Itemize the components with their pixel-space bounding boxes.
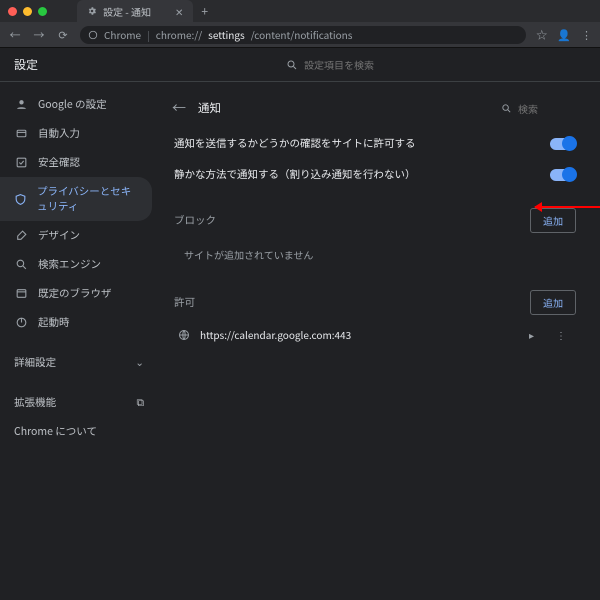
allow-section: 許可 追加 https://calendar.google.com:443 ▸ … xyxy=(168,286,582,350)
section-heading: 許可 xyxy=(174,295,195,310)
page-search-input[interactable] xyxy=(518,101,578,116)
sidebar-item-label: Google の設定 xyxy=(38,97,107,112)
toggle-switch[interactable] xyxy=(550,138,576,150)
minimize-window-button[interactable] xyxy=(23,7,32,16)
search-icon xyxy=(286,59,298,71)
omnibox-scheme: chrome:// xyxy=(156,27,202,42)
sidebar-item-label: 自動入力 xyxy=(38,126,80,141)
autofill-icon xyxy=(14,127,28,141)
toggle-label: 通知を送信するかどうかの確認をサイトに許可する xyxy=(174,136,550,151)
chrome-product-icon xyxy=(88,30,98,40)
search-icon xyxy=(501,103,512,114)
sidebar-extensions[interactable]: 拡張機能 ⧉ xyxy=(0,388,158,417)
mac-titlebar: 設定 - 通知 ✕ + xyxy=(0,0,600,22)
brush-icon xyxy=(14,229,28,243)
browser-toolbar: ← → ⟳ Chrome | chrome://settings/content… xyxy=(0,22,600,48)
block-section: ブロック 追加 サイトが追加されていません xyxy=(168,204,582,272)
sidebar-extensions-label: 拡張機能 xyxy=(14,395,56,410)
nav-back-button[interactable]: ← xyxy=(8,27,22,43)
settings-search[interactable] xyxy=(286,57,586,72)
browser-tab[interactable]: 設定 - 通知 ✕ xyxy=(77,0,193,22)
omnibox-path: /content/notifications xyxy=(251,27,353,42)
page-title: 通知 xyxy=(198,100,221,116)
tab-title: 設定 - 通知 xyxy=(103,4,151,19)
sidebar-item-power[interactable]: 起動時 xyxy=(0,308,152,337)
person-icon xyxy=(14,98,28,112)
zoom-window-button[interactable] xyxy=(38,7,47,16)
sidebar-item-check[interactable]: 安全確認 xyxy=(0,148,152,177)
external-link-icon: ⧉ xyxy=(137,395,145,410)
sidebar-item-label: プライバシーとセキュリティ xyxy=(37,184,138,214)
sidebar-item-label: デザイン xyxy=(38,228,80,243)
section-heading: ブロック xyxy=(174,213,216,228)
omnibox-prefix: Chrome xyxy=(104,27,141,42)
page-search[interactable] xyxy=(501,101,578,116)
nav-forward-button[interactable]: → xyxy=(32,27,46,43)
block-empty-text: サイトが追加されていません xyxy=(168,237,582,272)
sidebar-advanced[interactable]: 詳細設定 ⌄ xyxy=(0,347,158,378)
omnibox-host: settings xyxy=(208,27,245,42)
globe-icon xyxy=(178,329,190,341)
allowed-site-url: https://calendar.google.com:443 xyxy=(200,327,351,342)
traffic-lights xyxy=(8,7,47,16)
sidebar-item-autofill[interactable]: 自動入力 xyxy=(0,119,152,148)
sidebar-item-label: 起動時 xyxy=(38,315,70,330)
annotation-arrow xyxy=(535,206,600,208)
settings-search-input[interactable] xyxy=(304,57,586,72)
nav-reload-button[interactable]: ⟳ xyxy=(56,27,70,43)
close-window-button[interactable] xyxy=(8,7,17,16)
toggle-row-ask: 通知を送信するかどうかの確認をサイトに許可する xyxy=(168,128,582,159)
sidebar-item-shield[interactable]: プライバシーとセキュリティ xyxy=(0,177,152,221)
close-tab-icon[interactable]: ✕ xyxy=(175,4,183,19)
browser-icon xyxy=(14,287,28,301)
sidebar-about[interactable]: Chrome について xyxy=(0,417,158,446)
power-icon xyxy=(14,316,28,330)
settings-sidebar: Google の設定自動入力安全確認プライバシーとセキュリティデザイン検索エンジ… xyxy=(0,82,158,600)
page-header: ← 通知 xyxy=(168,92,582,128)
shield-icon xyxy=(14,192,27,206)
sidebar-advanced-label: 詳細設定 xyxy=(14,355,56,370)
gear-icon xyxy=(87,6,97,16)
sidebar-item-label: 既定のブラウザ xyxy=(38,286,112,301)
browser-menu-icon[interactable]: ⋮ xyxy=(581,27,592,43)
chevron-down-icon: ⌄ xyxy=(135,355,144,370)
sidebar-about-label: Chrome について xyxy=(14,424,97,439)
site-more-menu-icon[interactable]: ⋮ xyxy=(550,327,572,342)
check-icon xyxy=(14,156,28,170)
sidebar-item-brush[interactable]: デザイン xyxy=(0,221,152,250)
allowed-site-row[interactable]: https://calendar.google.com:443 ▸ ⋮ xyxy=(168,319,582,350)
chevron-right-icon[interactable]: ▸ xyxy=(523,327,540,342)
toggle-row-quiet: 静かな方法で通知する（割り込み通知を行わない） xyxy=(168,159,582,190)
toggle-switch[interactable] xyxy=(550,169,576,181)
bookmark-star-icon[interactable]: ☆ xyxy=(536,27,547,43)
toggle-label: 静かな方法で通知する（割り込み通知を行わない） xyxy=(174,167,550,182)
settings-header: 設定 xyxy=(0,48,600,82)
new-tab-button[interactable]: + xyxy=(201,3,208,20)
sidebar-item-person[interactable]: Google の設定 xyxy=(0,90,152,119)
sidebar-item-label: 検索エンジン xyxy=(38,257,101,272)
sidebar-item-browser[interactable]: 既定のブラウザ xyxy=(0,279,152,308)
sidebar-item-label: 安全確認 xyxy=(38,155,80,170)
profile-avatar-icon[interactable]: 👤 xyxy=(557,27,571,43)
search-icon xyxy=(14,258,28,272)
settings-main: ← 通知 通知を送信するかどうかの確認をサイトに許可する 静かな方法で通知する（… xyxy=(158,82,600,600)
sidebar-item-search[interactable]: 検索エンジン xyxy=(0,250,152,279)
settings-title: 設定 xyxy=(14,56,38,73)
omnibox[interactable]: Chrome | chrome://settings/content/notif… xyxy=(80,26,526,44)
add-allow-button[interactable]: 追加 xyxy=(530,290,576,315)
page-back-button[interactable]: ← xyxy=(172,98,186,118)
